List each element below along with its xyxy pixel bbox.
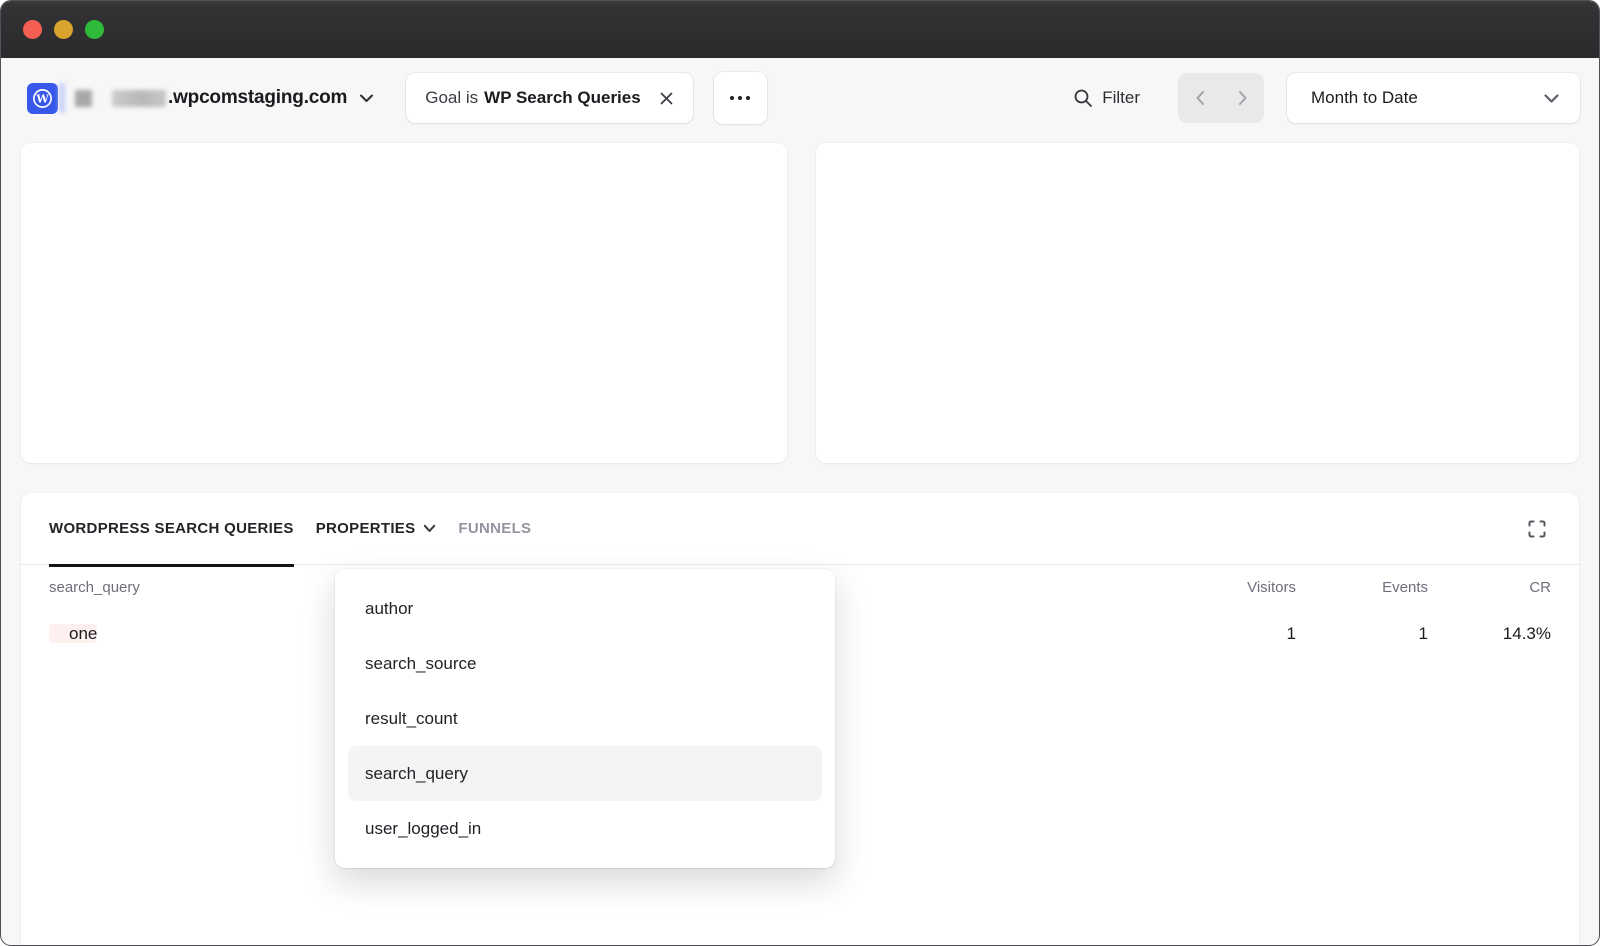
filter-button[interactable]: Filter <box>1073 88 1140 108</box>
row-visitors-value: 1 <box>1166 624 1296 644</box>
more-filters-button[interactable] <box>714 72 767 124</box>
column-header-cr: CR <box>1428 579 1551 596</box>
tab-properties[interactable]: PROPERTIES <box>316 493 437 565</box>
chevron-down-icon <box>1543 93 1560 104</box>
row-cr-value: 14.3% <box>1428 624 1551 644</box>
zoom-window-button[interactable] <box>85 20 104 39</box>
row-value-bar: one <box>49 624 97 643</box>
report-tabs: WORDPRESS SEARCH QUERIES PROPERTIES FUNN… <box>21 493 1579 565</box>
wordpress-logo-icon: W <box>27 83 58 114</box>
ellipsis-icon <box>730 96 750 100</box>
chart-panel-left <box>21 143 787 463</box>
tab-properties-label: PROPERTIES <box>316 520 416 537</box>
close-icon[interactable] <box>657 89 676 108</box>
header: W .wpcomstaging.com Goal is WP Search Qu… <box>1 62 1599 134</box>
top-panels <box>21 143 1579 463</box>
app-window: W .wpcomstaging.com Goal is WP Search Qu… <box>0 0 1600 946</box>
filter-label: Filter <box>1102 88 1140 108</box>
goal-filter-prefix: Goal is <box>425 88 478 108</box>
date-range-select[interactable]: Month to Date <box>1287 73 1580 123</box>
site-domain-label: .wpcomstaging.com <box>168 87 347 109</box>
close-window-button[interactable] <box>23 20 42 39</box>
search-icon <box>1073 88 1093 108</box>
redacted-subdomain <box>112 90 166 107</box>
chevron-down-icon <box>359 93 374 103</box>
column-header-events: Events <box>1296 579 1428 596</box>
expand-icon <box>1527 519 1547 539</box>
redacted-block <box>59 83 65 113</box>
goal-filter-value: WP Search Queries <box>484 88 641 108</box>
redacted-favicon <box>75 90 92 107</box>
row-events-value: 1 <box>1296 624 1428 644</box>
previous-period-button[interactable] <box>1178 73 1221 123</box>
menu-item-user-logged-in[interactable]: user_logged_in <box>348 801 822 856</box>
date-range-label: Month to Date <box>1311 88 1418 108</box>
menu-item-search-query[interactable]: search_query <box>348 746 822 801</box>
menu-item-result-count[interactable]: result_count <box>348 691 822 746</box>
chevron-down-icon <box>423 524 436 533</box>
svg-text:W: W <box>35 92 49 105</box>
next-period-button[interactable] <box>1221 73 1264 123</box>
goal-filter-chip[interactable]: Goal is WP Search Queries <box>406 73 692 123</box>
menu-item-author[interactable]: author <box>348 581 822 636</box>
site-selector[interactable]: W .wpcomstaging.com <box>27 83 374 114</box>
menu-item-search-source[interactable]: search_source <box>348 636 822 691</box>
header-right: Filter Month to Date <box>1073 73 1580 123</box>
date-nav <box>1178 73 1264 123</box>
fullscreen-button[interactable] <box>1525 517 1549 541</box>
tab-wordpress-search-queries[interactable]: WORDPRESS SEARCH QUERIES <box>49 493 294 565</box>
titlebar <box>1 1 1599 58</box>
column-header-visitors: Visitors <box>1166 579 1296 596</box>
minimize-window-button[interactable] <box>54 20 73 39</box>
properties-dropdown-menu: author search_source result_count search… <box>335 569 835 868</box>
chart-panel-right <box>816 143 1579 463</box>
tab-funnels[interactable]: FUNNELS <box>458 493 531 565</box>
